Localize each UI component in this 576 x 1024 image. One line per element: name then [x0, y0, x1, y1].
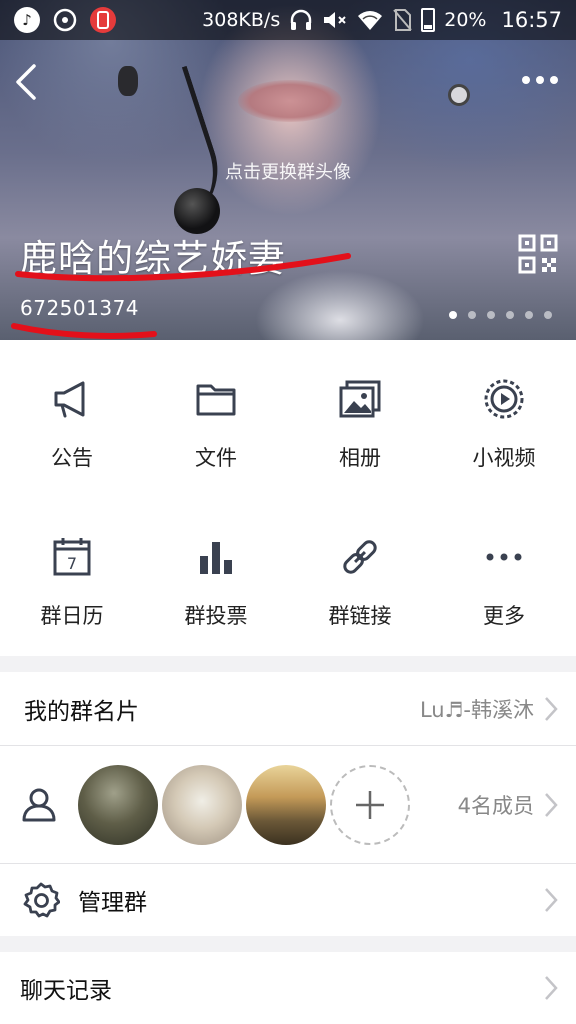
notification-app-icon — [90, 7, 116, 33]
member-avatar[interactable] — [162, 764, 242, 845]
feature-album[interactable]: 相册 — [288, 340, 432, 498]
qr-code-icon — [518, 234, 558, 274]
row-title: 管理群 — [78, 890, 147, 916]
chevron-right-icon — [545, 888, 558, 912]
feature-label: 群链接 — [328, 604, 392, 628]
page-dot — [468, 311, 476, 319]
feature-label: 相册 — [339, 446, 381, 470]
gear-icon — [23, 882, 60, 918]
no-sim-icon — [393, 9, 412, 31]
cover-photo-earring-left — [118, 66, 138, 96]
more-dot — [522, 76, 530, 84]
player-app-icon — [52, 7, 78, 33]
member-avatar[interactable] — [78, 764, 158, 845]
more-dot — [536, 76, 544, 84]
qr-code-button[interactable] — [518, 234, 558, 274]
music-app-icon: ♪ — [14, 7, 40, 33]
member-count: 4名成员 — [457, 793, 534, 818]
clock: 16:57 — [501, 8, 562, 32]
feature-label: 文件 — [195, 446, 237, 470]
network-speed: 308KB/s — [202, 9, 281, 31]
row-title: 我的群名片 — [24, 698, 139, 725]
group-cover-photo[interactable]: ♪ 308KB/s 20% 16:57 点击更换群头像 鹿晗的综艺娇妻 6725… — [0, 0, 576, 340]
feature-group-link[interactable]: 群链接 — [288, 498, 432, 656]
feature-short-video[interactable]: 小视频 — [432, 340, 576, 498]
row-title: 聊天记录 — [20, 978, 112, 1004]
feature-group-calendar[interactable]: 7 群日历 — [0, 498, 144, 656]
my-group-card-row[interactable]: 我的群名片 Lu♬-韩溪沐 — [0, 672, 576, 746]
chevron-right-icon — [545, 792, 558, 817]
add-member-button[interactable] — [330, 764, 410, 845]
manage-group-row[interactable]: 管理群 — [0, 864, 576, 936]
battery-icon — [421, 8, 436, 32]
chevron-right-icon — [545, 976, 558, 1000]
battery-percent: 20% — [444, 9, 487, 31]
cover-photo-earring-right — [448, 84, 470, 106]
page-dot — [506, 311, 514, 319]
group-card-value: Lu♬-韩溪沐 — [419, 697, 534, 722]
page-dot — [487, 311, 495, 319]
status-bar: ♪ 308KB/s 20% 16:57 — [0, 0, 576, 40]
bar-chart-icon — [200, 542, 232, 574]
feature-label: 更多 — [483, 604, 525, 628]
headphones-icon — [291, 9, 312, 30]
mute-icon — [324, 12, 346, 28]
red-underline-annotation — [11, 323, 157, 339]
album-icon — [339, 380, 381, 418]
more-dot — [550, 76, 558, 84]
members-icon — [22, 788, 56, 821]
chat-history-row[interactable]: 聊天记录 — [0, 952, 576, 1024]
feature-label: 小视频 — [472, 446, 536, 470]
group-members-row[interactable]: 4名成员 — [0, 746, 576, 864]
cover-page-indicator — [449, 311, 552, 319]
cover-photo-face — [238, 80, 342, 122]
group-feature-grid: 公告 文件 相册 小视频 7 群日历 群投票 群链接 更多 — [0, 340, 576, 656]
page-dot — [525, 311, 533, 319]
feature-announcement[interactable]: 公告 — [0, 340, 144, 498]
calendar-day: 7 — [67, 554, 77, 573]
folder-icon — [196, 384, 236, 416]
page-dot — [544, 311, 552, 319]
page-dot — [449, 311, 457, 319]
link-icon — [343, 540, 377, 574]
video-icon — [484, 379, 524, 419]
feature-more[interactable]: 更多 — [432, 498, 576, 656]
feature-label: 公告 — [51, 446, 93, 470]
plus-icon — [356, 790, 384, 819]
feature-label: 群投票 — [184, 604, 248, 628]
red-underline-annotation — [15, 253, 351, 282]
feature-label: 群日历 — [40, 604, 104, 628]
member-avatar[interactable] — [246, 764, 326, 845]
calendar-icon: 7 — [53, 538, 91, 576]
megaphone-icon — [54, 381, 85, 418]
back-button[interactable] — [10, 60, 46, 104]
feature-group-vote[interactable]: 群投票 — [144, 498, 288, 656]
more-dots-icon — [486, 553, 522, 561]
back-arrow-icon — [16, 64, 36, 100]
feature-files[interactable]: 文件 — [144, 340, 288, 498]
wifi-icon — [358, 11, 383, 30]
change-group-avatar-hint[interactable]: 点击更换群头像 — [0, 158, 576, 184]
more-options-button[interactable] — [520, 68, 560, 92]
chevron-right-icon — [545, 696, 558, 721]
